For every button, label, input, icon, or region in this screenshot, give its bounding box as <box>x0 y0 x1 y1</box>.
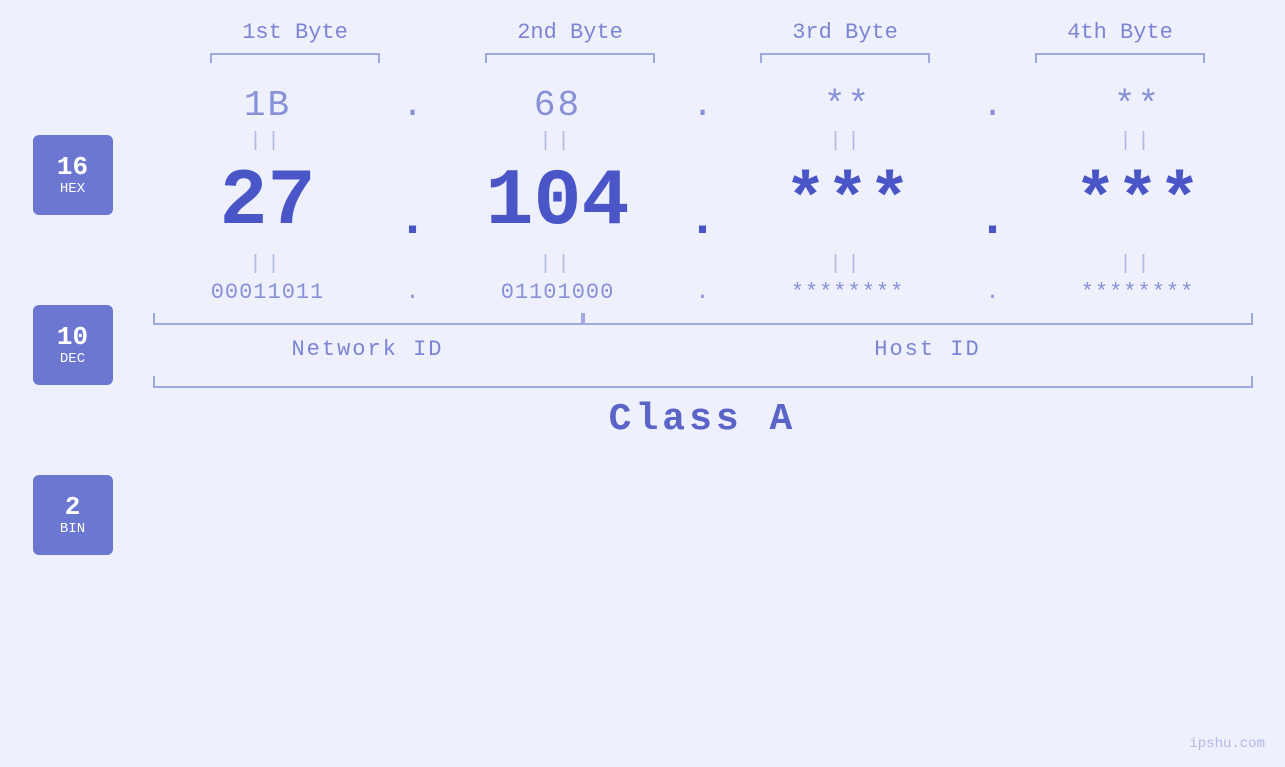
bin-dot2: . <box>683 280 723 305</box>
dec-dot3: . <box>973 192 1013 249</box>
dec-b4: *** <box>1033 168 1243 238</box>
outer-bracket <box>153 376 1253 388</box>
dec-badge: 10 DEC <box>33 305 113 385</box>
host-id-label: Host ID <box>603 337 1253 362</box>
eq1-b4: || <box>1033 130 1243 153</box>
bin-b3: ******** <box>743 280 953 305</box>
bin-dot1: . <box>393 280 433 305</box>
byte2-header: 2nd Byte <box>460 20 680 45</box>
main-container: 1st Byte 2nd Byte 3rd Byte 4th Byte 16 H… <box>0 0 1285 767</box>
eq1-b2: || <box>453 130 663 153</box>
hex-b3: ** <box>743 85 953 126</box>
class-label: Class A <box>133 398 1273 441</box>
byte3-bracket-top <box>760 53 930 55</box>
hex-b4: ** <box>1033 85 1243 126</box>
hex-dot1: . <box>393 85 433 126</box>
eq2-b1: || <box>163 253 373 276</box>
dec-dot1: . <box>393 192 433 249</box>
bin-badge-number: 2 <box>65 493 81 522</box>
bin-dot3: . <box>973 280 1013 305</box>
eq1-b1: || <box>163 130 373 153</box>
byte3-header: 3rd Byte <box>735 20 955 45</box>
equals-row-1: || || || || <box>133 130 1273 153</box>
base-badges-col: 16 HEX 10 DEC 2 BIN <box>13 75 133 555</box>
bin-b1: 00011011 <box>163 280 373 305</box>
hex-row: 1B . 68 . ** . ** <box>133 85 1273 126</box>
hex-b1: 1B <box>163 85 373 126</box>
dec-b2: 104 <box>453 163 663 243</box>
data-rows-col: 1B . 68 . ** . ** <box>133 75 1273 555</box>
hex-badge-label: HEX <box>60 181 85 197</box>
dec-badge-number: 10 <box>57 323 88 352</box>
host-id-bracket <box>583 313 1253 325</box>
eq2-b3: || <box>743 253 953 276</box>
eq2-b4: || <box>1033 253 1243 276</box>
dec-row: 27 . 104 . *** . *** <box>133 157 1273 249</box>
equals-row-2: || || || || <box>133 253 1273 276</box>
byte4-bracket-top <box>1035 53 1205 55</box>
hex-dot3: . <box>973 85 1013 126</box>
byte1-bracket-top <box>210 53 380 55</box>
hex-b2: 68 <box>453 85 663 126</box>
dec-b1: 27 <box>163 163 373 243</box>
watermark: ipshu.com <box>1189 736 1265 752</box>
bin-badge-label: BIN <box>60 521 85 537</box>
network-id-label: Network ID <box>153 337 583 362</box>
bin-b4: ******** <box>1033 280 1243 305</box>
eq2-b2: || <box>453 253 663 276</box>
bin-row: 00011011 . 01101000 . ******** . <box>133 280 1273 305</box>
byte2-bracket-top <box>485 53 655 55</box>
network-id-bracket <box>153 313 583 325</box>
hex-badge: 16 HEX <box>33 135 113 215</box>
dec-dot2: . <box>683 192 723 249</box>
byte1-header: 1st Byte <box>185 20 405 45</box>
dec-b3: *** <box>743 168 953 238</box>
hex-dot2: . <box>683 85 723 126</box>
hex-badge-number: 16 <box>57 153 88 182</box>
bin-b2: 01101000 <box>453 280 663 305</box>
dec-badge-label: DEC <box>60 351 85 367</box>
data-section: 16 HEX 10 DEC 2 BIN 1B . <box>13 75 1273 555</box>
eq1-b3: || <box>743 130 953 153</box>
byte4-header: 4th Byte <box>1010 20 1230 45</box>
bin-badge: 2 BIN <box>33 475 113 555</box>
